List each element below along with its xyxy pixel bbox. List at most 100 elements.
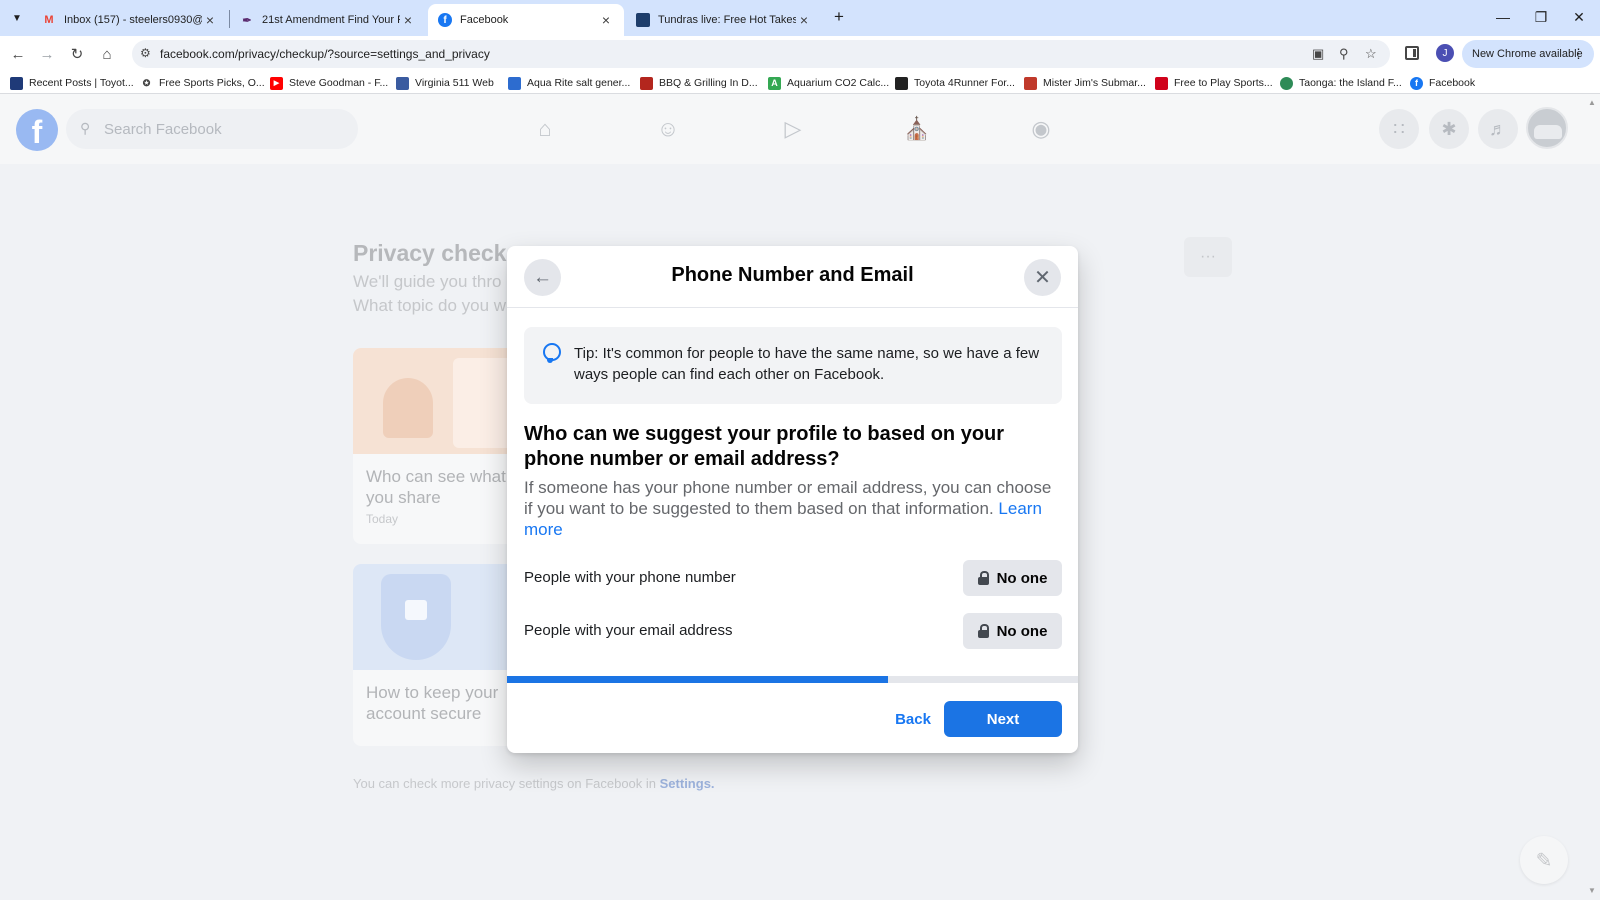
tab-tundras[interactable]: Tundras live: Free Hot Takes Wi × [626, 4, 822, 36]
lock-icon [405, 600, 427, 620]
tab-title: Tundras live: Free Hot Takes Wi [658, 14, 796, 26]
bbq-icon [640, 76, 653, 90]
description-text: If someone has your phone number or emai… [524, 478, 1052, 518]
new-tab-button[interactable]: + [828, 6, 850, 28]
close-tab-icon[interactable]: × [796, 12, 812, 28]
tab-title: Facebook [460, 14, 509, 26]
bookmark-label: Mister Jim's Submar... [1043, 77, 1146, 89]
audience-selector-phone[interactable]: No one [963, 560, 1062, 596]
bookmark-item[interactable]: Aqua Rite salt gener... [508, 75, 630, 91]
setting-row-email: People with your email address No one [524, 613, 1062, 649]
back-arrow-icon[interactable]: ← [524, 259, 561, 296]
tab-title: 21st Amendment Find Your For [262, 14, 400, 26]
close-tab-icon[interactable]: × [400, 12, 416, 28]
search-input[interactable] [104, 117, 344, 141]
bookmark-item[interactable]: Mister Jim's Submar... [1024, 75, 1146, 91]
topic-card-date: Today [366, 512, 399, 526]
close-window-button[interactable]: ✕ [1560, 4, 1598, 30]
bookmark-item[interactable]: A Aquarium CO2 Calc... [768, 75, 889, 91]
bookmark-item[interactable]: Recent Posts | Toyot... [10, 75, 134, 91]
bookmark-item[interactable]: ▶ Steve Goodman - F... [270, 75, 388, 91]
topic-card-who-can-see[interactable]: Who can see what you share Today [353, 348, 528, 544]
minimize-button[interactable]: — [1484, 4, 1522, 30]
home-icon[interactable]: ⌂ [530, 114, 560, 144]
bookmark-label: Taonga: the Island F... [1299, 77, 1402, 89]
friends-icon[interactable]: ☺ [653, 114, 683, 144]
lock-icon [977, 571, 989, 585]
close-tab-icon[interactable]: × [598, 12, 614, 28]
browser-toolbar: ← → ↻ ⌂ ⚙ facebook.com/privacy/checkup/?… [0, 36, 1600, 72]
browser-tab-bar: ▼ M Inbox (157) - steelers0930@gm × ✒ 21… [0, 0, 1600, 36]
question-description: If someone has your phone number or emai… [524, 477, 1062, 540]
url-text[interactable]: facebook.com/privacy/checkup/?source=set… [160, 47, 490, 61]
runner-icon: ✪ [140, 76, 153, 90]
aquarium-icon: A [768, 76, 781, 90]
forward-arrow-icon[interactable]: → [35, 42, 59, 66]
back-arrow-icon[interactable]: ← [6, 42, 30, 66]
audience-selector-email[interactable]: No one [963, 613, 1062, 649]
more-options-icon[interactable]: ··· [1184, 237, 1232, 277]
topic-card-account-secure[interactable]: How to keep your account secure [353, 564, 528, 746]
dialog-header: ← Phone Number and Email ✕ [507, 246, 1078, 308]
marketplace-icon[interactable]: ⛪ [902, 114, 932, 144]
phone-email-dialog: ← Phone Number and Email ✕ Tip: It's com… [507, 246, 1078, 753]
bookmark-label: Steve Goodman - F... [289, 77, 389, 89]
back-button[interactable]: Back [878, 701, 948, 737]
home-icon[interactable]: ⌂ [95, 42, 119, 66]
bookmark-label: Toyota 4Runner For... [914, 77, 1015, 89]
bookmark-item[interactable]: Toyota 4Runner For... [895, 75, 1015, 91]
zoom-icon[interactable]: ⚲ [1339, 46, 1349, 62]
setting-label: People with your phone number [524, 569, 736, 586]
tab-search-button[interactable]: ▼ [6, 8, 28, 28]
site-info-icon[interactable]: ⚙ [140, 46, 151, 60]
settings-link[interactable]: Settings. [660, 776, 715, 791]
bookmark-label: Aqua Rite salt gener... [527, 77, 631, 89]
bookmark-item[interactable]: Virginia 511 Web [396, 75, 494, 91]
profile-avatar[interactable]: J [1436, 44, 1454, 62]
bookmark-item[interactable]: ✪ Free Sports Picks, O... [140, 75, 265, 91]
bookmark-label: Free Sports Picks, O... [159, 77, 265, 89]
close-icon[interactable]: ✕ [1024, 259, 1061, 296]
scroll-down-arrow[interactable]: ▼ [1588, 886, 1596, 895]
chrome-menu-icon[interactable]: ⋮ [1572, 46, 1585, 62]
feather-icon: ✒ [242, 14, 252, 27]
install-app-icon[interactable]: ▣ [1312, 46, 1324, 62]
close-tab-icon[interactable]: × [202, 12, 218, 28]
groups-icon[interactable]: ◉ [1026, 114, 1056, 144]
tab-21st-amendment[interactable]: ✒ 21st Amendment Find Your For × [230, 4, 426, 36]
progress-bar [507, 676, 1078, 683]
next-button[interactable]: Next [944, 701, 1062, 737]
chrome-update-label: New Chrome available [1472, 48, 1583, 60]
new-message-icon[interactable]: ✎ [1520, 836, 1568, 884]
bookmark-star-icon[interactable]: ☆ [1365, 46, 1377, 62]
bookmark-item[interactable]: Taonga: the Island F... [1280, 75, 1402, 91]
scroll-up-arrow[interactable]: ▲ [1588, 98, 1596, 107]
person-illustration [383, 378, 433, 438]
menu-grid-icon[interactable]: ∷ [1379, 109, 1419, 149]
bookmark-item[interactable]: BBQ & Grilling In D... [640, 75, 758, 91]
bookmark-item[interactable]: Free to Play Sports... [1155, 75, 1273, 91]
restore-button[interactable]: ❐ [1522, 4, 1560, 30]
notifications-bell-icon[interactable]: ♬ [1478, 109, 1518, 149]
facebook-logo-icon[interactable]: f [16, 109, 58, 151]
side-panel-icon[interactable] [1405, 46, 1419, 60]
profile-avatar[interactable] [1526, 107, 1568, 149]
tab-gmail[interactable]: M Inbox (157) - steelers0930@gm × [32, 4, 228, 36]
facebook-icon: f [438, 13, 452, 27]
messenger-icon[interactable]: ✱ [1429, 109, 1469, 149]
tab-facebook[interactable]: f Facebook × [428, 4, 624, 36]
search-icon: ⚲ [80, 120, 91, 136]
bookmark-item[interactable]: f Facebook [1410, 75, 1475, 91]
toyota-icon [10, 76, 23, 90]
chrome-update-button[interactable]: New Chrome available ⋮ [1462, 40, 1594, 68]
topic-illustration [353, 348, 528, 454]
reload-icon[interactable]: ↻ [65, 42, 89, 66]
topic-card-label: Who can see what you share [366, 467, 506, 507]
address-bar[interactable]: ⚙ facebook.com/privacy/checkup/?source=s… [132, 40, 1390, 68]
video-icon[interactable]: ▷ [778, 114, 808, 144]
taonga-icon [1280, 76, 1293, 90]
sports-icon [1155, 76, 1168, 90]
facebook-search[interactable]: ⚲ [66, 109, 358, 149]
page-subtitle: What topic do you w [353, 296, 507, 315]
setting-row-phone: People with your phone number No one [524, 560, 1062, 596]
